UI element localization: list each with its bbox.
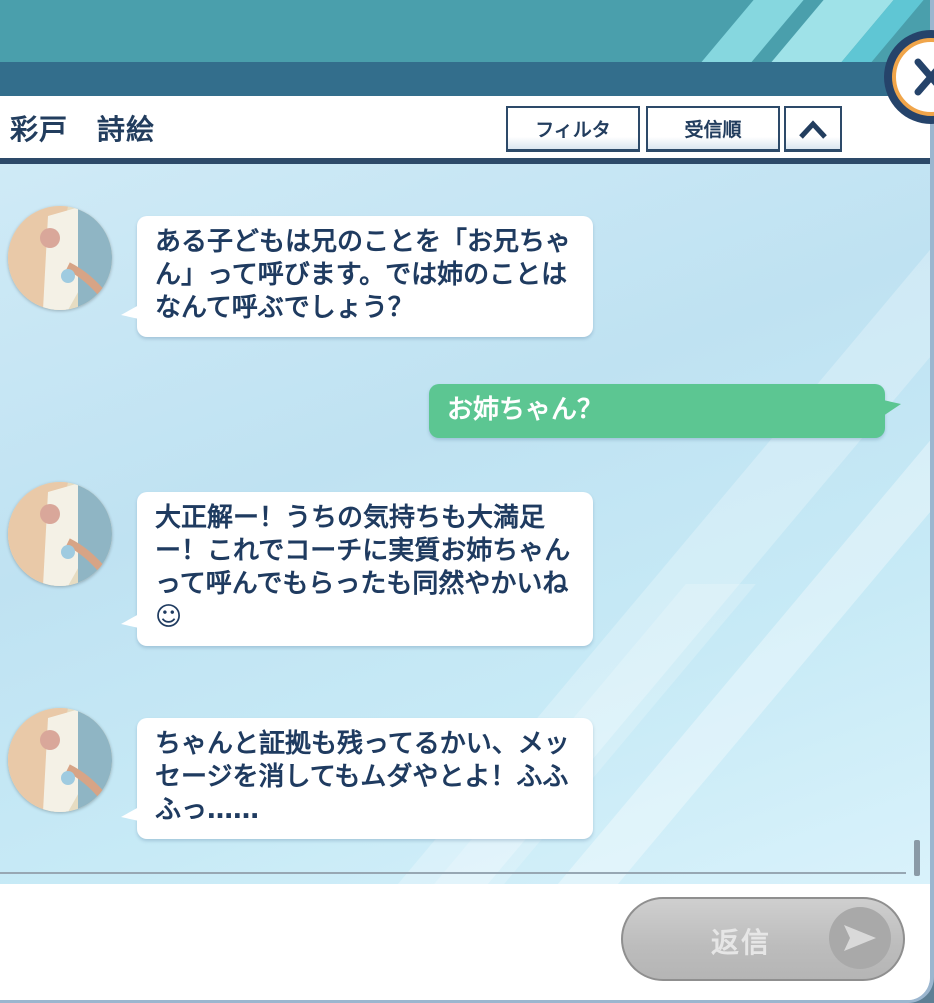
- contact-avatar[interactable]: [8, 482, 112, 586]
- close-icon: [892, 38, 934, 116]
- reply-label: 返信: [711, 926, 772, 959]
- sort-order-button[interactable]: 受信順: [646, 106, 780, 152]
- my-message-bubble: お姉ちゃん？: [429, 384, 901, 438]
- scrollbar-thumb[interactable]: [914, 840, 920, 876]
- message-window: 彩戸 詩絵 フィルタ 受信順 ある子どもは兄のことを「お兄ちゃん」って呼びます。: [0, 0, 934, 1003]
- contact-avatar[interactable]: [8, 708, 112, 812]
- collapse-button[interactable]: [784, 106, 842, 152]
- message-list[interactable]: ある子どもは兄のことを「お兄ちゃん」って呼びます。では姉のことはなんて呼ぶでしょ…: [0, 164, 930, 884]
- filter-button[interactable]: フィルタ: [506, 106, 640, 152]
- send-arrow-icon: [829, 907, 891, 969]
- contact-name: 彩戸 詩絵: [10, 113, 156, 146]
- top-dark-band: [0, 62, 930, 96]
- chat-header: 彩戸 詩絵 フィルタ 受信順: [0, 96, 930, 164]
- contact-avatar[interactable]: [8, 206, 112, 310]
- message-bubble: ちゃんと証拠も残ってるかい、メッセージを消してもムダやとよ！ふふふっ……: [121, 718, 593, 839]
- avatar-illustration: [8, 206, 112, 310]
- chevron-up-icon: [799, 119, 827, 139]
- avatar-illustration: [8, 708, 112, 812]
- message-bubble: ある子どもは兄のことを「お兄ちゃん」って呼びます。では姉のことはなんて呼ぶでしょ…: [121, 216, 593, 337]
- message-bubble: 大正解ー！うちの気持ちも大満足ー！これでコーチに実質お姉ちゃんって呼んでもらった…: [121, 492, 593, 646]
- avatar-illustration: [8, 482, 112, 586]
- reply-button[interactable]: 返信: [621, 897, 905, 981]
- divider: [0, 872, 906, 874]
- top-decor-band: [0, 0, 930, 62]
